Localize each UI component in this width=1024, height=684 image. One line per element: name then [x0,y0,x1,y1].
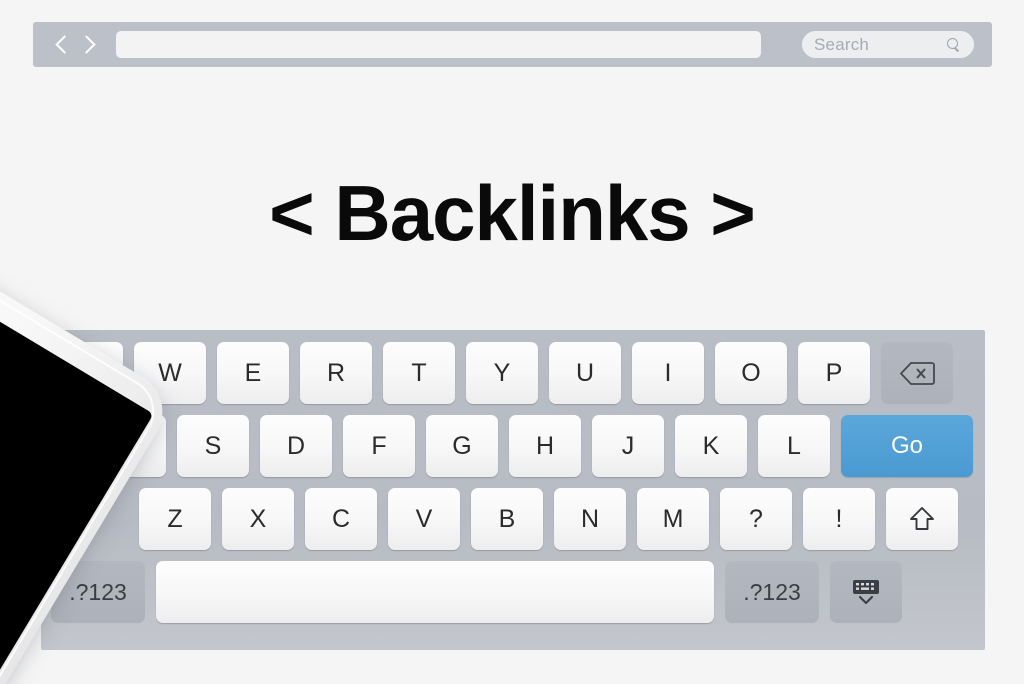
keyboard-row-4: .?123 .?123 [51,561,975,623]
key-l[interactable]: L [758,415,830,477]
search-field[interactable]: Search [802,31,974,58]
key-x[interactable]: X [222,488,294,550]
browser-toolbar: Search [33,22,992,67]
key-keyboard-dismiss[interactable] [830,561,902,623]
keyboard-row-2: A S D F G H J K L Go [51,415,975,477]
onscreen-keyboard: Q W E R T Y U I O P A S D F G H J K L Go [41,330,985,650]
key-h[interactable]: H [509,415,581,477]
key-j[interactable]: J [592,415,664,477]
keyboard-row-3: Z X C V B N M ? ! [51,488,975,550]
key-y[interactable]: Y [466,342,538,404]
key-e[interactable]: E [217,342,289,404]
key-space[interactable] [156,561,714,623]
key-z[interactable]: Z [139,488,211,550]
keyboard-dismiss-icon [849,579,883,605]
nav-buttons [33,22,115,67]
key-r[interactable]: R [300,342,372,404]
search-placeholder: Search [814,34,870,54]
key-s[interactable]: S [177,415,249,477]
key-backspace[interactable] [881,342,953,404]
key-k[interactable]: K [675,415,747,477]
key-d[interactable]: D [260,415,332,477]
key-b[interactable]: B [471,488,543,550]
search-icon[interactable] [946,37,962,53]
chevron-right-icon[interactable] [80,33,93,57]
chevron-left-icon[interactable] [56,33,69,57]
backspace-icon [899,361,935,386]
key-m[interactable]: M [637,488,709,550]
shift-icon [908,505,936,533]
key-question-mark[interactable]: ? [720,488,792,550]
key-f[interactable]: F [343,415,415,477]
key-p[interactable]: P [798,342,870,404]
key-numeric[interactable]: .?123 [725,561,819,623]
key-t[interactable]: T [383,342,455,404]
key-o[interactable]: O [715,342,787,404]
key-g[interactable]: G [426,415,498,477]
key-c[interactable]: C [305,488,377,550]
key-v[interactable]: V [388,488,460,550]
key-go[interactable]: Go [841,415,973,477]
key-u[interactable]: U [549,342,621,404]
key-exclamation-mark[interactable]: ! [803,488,875,550]
key-n[interactable]: N [554,488,626,550]
url-input[interactable] [116,31,761,58]
page-title: < Backlinks > [269,169,756,257]
key-shift[interactable] [886,488,958,550]
keyboard-row-1: Q W E R T Y U I O P [51,342,975,404]
key-i[interactable]: I [632,342,704,404]
